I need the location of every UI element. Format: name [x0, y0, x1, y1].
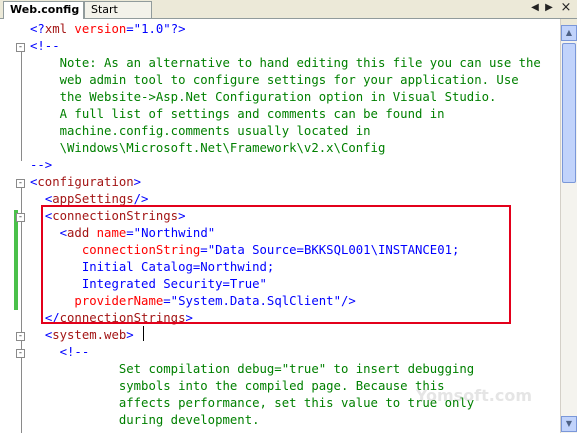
- code-line[interactable]: -->: [30, 157, 541, 174]
- code-line[interactable]: <!--: [30, 344, 541, 361]
- code-line[interactable]: during development.: [30, 412, 541, 429]
- code-token: affects performance, set this value to t…: [30, 396, 475, 410]
- code-token: A full list of settings and comments can…: [30, 107, 445, 121]
- scroll-down-icon[interactable]: ▼: [561, 416, 577, 432]
- watermark: Yomsoft.com: [415, 386, 532, 405]
- code-line[interactable]: web admin tool to configure settings for…: [30, 72, 541, 89]
- tab-start-page[interactable]: Start Page: [84, 1, 152, 32]
- collapse-connectionstrings-icon[interactable]: -: [16, 213, 25, 222]
- code-line[interactable]: the Website->Asp.Net Configuration optio…: [30, 89, 541, 106]
- code-token: <!--: [59, 345, 90, 359]
- code-token: Note: As an alternative to hand editing …: [30, 56, 541, 70]
- code-line[interactable]: Note: As an alternative to hand editing …: [30, 55, 541, 72]
- code-token: \Windows\Microsoft.Net\Framework\v2.x\Co…: [30, 141, 386, 155]
- code-token: <?: [30, 22, 45, 36]
- collapse-comment-icon[interactable]: -: [16, 43, 25, 52]
- code-token: the Website->Asp.Net Configuration optio…: [30, 90, 497, 104]
- code-token: <!--: [30, 39, 60, 53]
- code-token: 1.0: [141, 22, 164, 36]
- scroll-up-icon[interactable]: ▲: [561, 25, 577, 41]
- code-token: machine.config.comments usually located …: [30, 124, 371, 138]
- vertical-scrollbar[interactable]: ▲ ▼: [560, 19, 577, 433]
- code-token: web admin tool to configure settings for…: [30, 73, 519, 87]
- code-token: =": [126, 22, 142, 36]
- code-line[interactable]: \Windows\Microsoft.Net\Framework\v2.x\Co…: [30, 140, 541, 157]
- code-token: configuration: [37, 175, 134, 189]
- connection-strings-highlight-box: [41, 205, 511, 324]
- code-line[interactable]: <system.web>: [30, 327, 541, 344]
- code-line[interactable]: Set compilation debug="true" to insert d…: [30, 361, 541, 378]
- code-token: >: [133, 175, 142, 189]
- code-line[interactable]: machine.config.comments usually located …: [30, 123, 541, 140]
- code-token: />: [133, 192, 149, 206]
- code-editor[interactable]: - - - - - <?xml version="1.0"?> <!-- Note…: [0, 19, 560, 433]
- code-token: during development.: [30, 413, 260, 427]
- code-token: >: [126, 328, 134, 342]
- scroll-tabs-right-icon[interactable]: ▶: [543, 2, 555, 14]
- close-document-icon[interactable]: ×: [560, 1, 572, 14]
- code-token: appSettings: [52, 192, 134, 206]
- outline-guide-comment: [21, 48, 22, 161]
- document-tab-bar: Web.config Start Page ◀ ▶ ×: [0, 0, 577, 32]
- code-line[interactable]: A full list of settings and comments can…: [30, 106, 541, 123]
- collapse-inner-comment-icon[interactable]: -: [16, 349, 25, 358]
- code-token: system.web: [52, 328, 127, 342]
- text-caret: [143, 326, 144, 341]
- code-token: Set compilation debug="true" to insert d…: [30, 362, 475, 376]
- indicator-margin: [0, 19, 14, 433]
- change-bar: [14, 210, 18, 310]
- collapse-configuration-icon[interactable]: -: [16, 179, 25, 188]
- collapse-system-web-icon[interactable]: -: [16, 332, 25, 341]
- code-token: symbols into the compiled page. Because …: [30, 379, 445, 393]
- code-line[interactable]: <configuration>: [30, 174, 541, 191]
- code-token: xml: [44, 22, 68, 36]
- tab-web-config[interactable]: Web.config: [3, 1, 84, 19]
- code-token: version: [67, 22, 127, 36]
- code-line[interactable]: <?xml version="1.0"?>: [30, 21, 541, 38]
- scroll-tabs-left-icon[interactable]: ◀: [529, 2, 541, 14]
- code-token: -->: [30, 158, 53, 172]
- scroll-thumb[interactable]: [562, 43, 576, 183]
- code-token: "?>: [163, 22, 186, 36]
- code-line[interactable]: <!--: [30, 38, 541, 55]
